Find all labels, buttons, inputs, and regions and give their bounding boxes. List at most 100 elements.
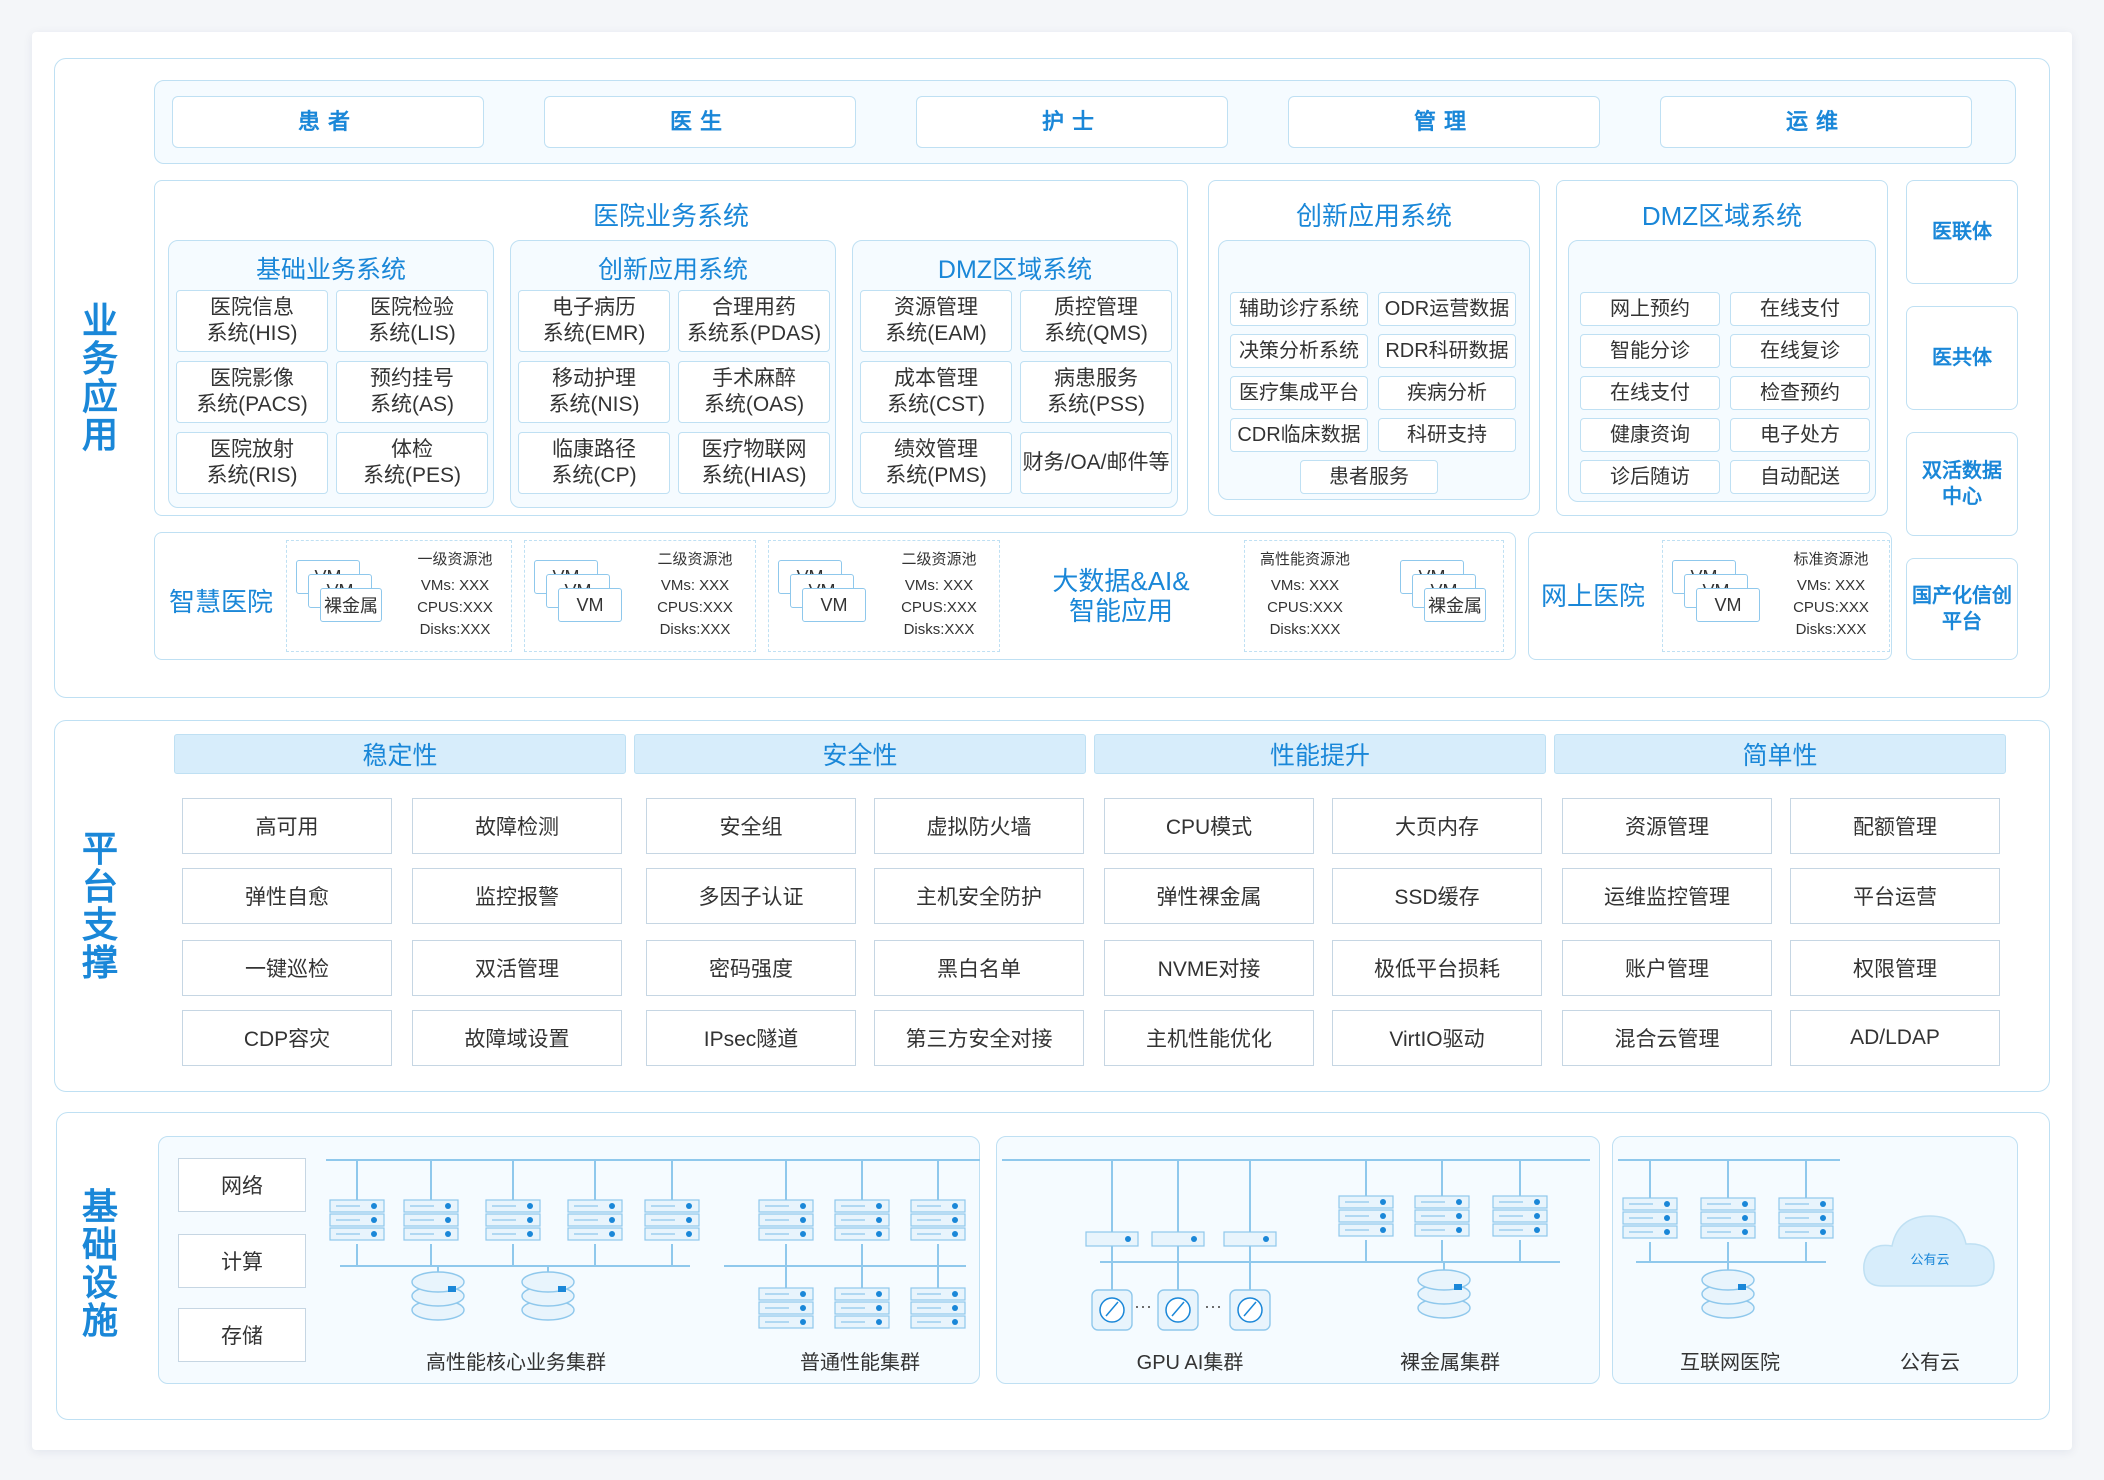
dmz-item[interactable]: 在线支付	[1580, 376, 1720, 410]
hospital-system-item[interactable]: 财务/OA/邮件等	[1020, 432, 1172, 494]
infra-type-box[interactable]: 存储	[178, 1308, 306, 1362]
platform-feature[interactable]: 配额管理	[1790, 798, 2000, 854]
infra-type-box[interactable]: 网络	[178, 1158, 306, 1212]
federation-box[interactable]: 双活数据 中心	[1906, 432, 2018, 536]
innovation-item[interactable]: 医疗集成平台	[1230, 376, 1368, 410]
baremetal-node: 裸金属	[1424, 588, 1486, 622]
server-icon	[1338, 1195, 1394, 1237]
dmz-item[interactable]: 电子处方	[1730, 418, 1870, 452]
platform-feature[interactable]: SSD缓存	[1332, 868, 1542, 924]
platform-feature[interactable]: 密码强度	[646, 940, 856, 996]
infra-type-box[interactable]: 计算	[178, 1234, 306, 1288]
platform-feature[interactable]: 故障域设置	[412, 1010, 622, 1066]
federation-box[interactable]: 医共体	[1906, 306, 2018, 410]
innovation-item[interactable]: 疾病分析	[1378, 376, 1516, 410]
platform-feature[interactable]: AD/LDAP	[1790, 1010, 2000, 1066]
innovation-item[interactable]: 患者服务	[1300, 460, 1438, 494]
platform-feature[interactable]: 安全组	[646, 798, 856, 854]
platform-feature[interactable]: VirtIO驱动	[1332, 1010, 1542, 1066]
innovation-item[interactable]: 决策分析系统	[1230, 334, 1368, 368]
pool-cpus: CPUS:XXX	[901, 599, 977, 616]
platform-feature[interactable]: 主机安全防护	[874, 868, 1084, 924]
platform-feature[interactable]: 弹性自愈	[182, 868, 392, 924]
gpu-led	[1125, 1236, 1131, 1242]
platform-feature[interactable]: 多因子认证	[646, 868, 856, 924]
role-button[interactable]: 护士	[916, 96, 1228, 148]
hospital-system-item[interactable]: 预约挂号 系统(AS)	[336, 361, 488, 423]
platform-feature[interactable]: 大页内存	[1332, 798, 1542, 854]
innovation-item[interactable]: CDR临床数据	[1230, 418, 1368, 452]
innovation-item[interactable]: 辅助诊疗系统	[1230, 292, 1368, 326]
dmz-item[interactable]: 诊后随访	[1580, 460, 1720, 494]
platform-feature[interactable]: 虚拟防火墙	[874, 798, 1084, 854]
hospital-system-item[interactable]: 体检 系统(PES)	[336, 432, 488, 494]
platform-feature[interactable]: 高可用	[182, 798, 392, 854]
platform-feature[interactable]: 混合云管理	[1562, 1010, 1772, 1066]
role-button[interactable]: 医生	[544, 96, 856, 148]
platform-feature[interactable]: CPU模式	[1104, 798, 1314, 854]
pool-disks: Disks:XXX	[659, 621, 731, 638]
dmz-item[interactable]: 健康资询	[1580, 418, 1720, 452]
gpu-dots: ···	[1134, 1296, 1152, 1316]
dmz-item[interactable]: 检查预约	[1730, 376, 1870, 410]
platform-feature[interactable]: 弹性裸金属	[1104, 868, 1314, 924]
dmz-item[interactable]: 在线复诊	[1730, 334, 1870, 368]
federation-box[interactable]: 医联体	[1906, 180, 2018, 284]
hospital-system-item[interactable]: 医疗物联网 系统(HIAS)	[678, 432, 830, 494]
platform-feature[interactable]: 主机性能优化	[1104, 1010, 1314, 1066]
platform-feature[interactable]: 双活管理	[412, 940, 622, 996]
innovation-item[interactable]: 科研支持	[1378, 418, 1516, 452]
hospital-system-item[interactable]: 医院信息 系统(HIS)	[176, 290, 328, 352]
platform-feature[interactable]: IPsec隧道	[646, 1010, 856, 1066]
hospital-system-item[interactable]: 质控管理 系统(QMS)	[1020, 290, 1172, 352]
hospital-system-item[interactable]: 成本管理 系统(CST)	[860, 361, 1012, 423]
platform-feature[interactable]: NVME对接	[1104, 940, 1314, 996]
pool-cpus: CPUS:XXX	[1267, 599, 1343, 616]
platform-feature[interactable]: CDP容灾	[182, 1010, 392, 1066]
pool-vms: VMs: XXX	[660, 577, 730, 594]
pool-vms: VMs: XXX	[904, 577, 974, 594]
platform-feature[interactable]: 平台运营	[1790, 868, 2000, 924]
hospital-system-item[interactable]: 临康路径 系统(CP)	[518, 432, 670, 494]
dmz-item[interactable]: 自动配送	[1730, 460, 1870, 494]
dmz-item[interactable]: 在线支付	[1730, 292, 1870, 326]
hospital-system-item[interactable]: 移动护理 系统(NIS)	[518, 361, 670, 423]
role-button[interactable]: 管理	[1288, 96, 1600, 148]
role-button[interactable]: 运维	[1660, 96, 1972, 148]
platform-feature[interactable]: 账户管理	[1562, 940, 1772, 996]
hospital-system-item[interactable]: 医院影像 系统(PACS)	[176, 361, 328, 423]
hospital-system-item[interactable]: 医院检验 系统(LIS)	[336, 290, 488, 352]
platform-feature[interactable]: 极低平台损耗	[1332, 940, 1542, 996]
dmz-item[interactable]: 网上预约	[1580, 292, 1720, 326]
server-icon	[1414, 1195, 1470, 1237]
pool-cpus: CPUS:XXX	[1793, 599, 1869, 616]
pool-cpus: CPUS:XXX	[417, 599, 493, 616]
platform-feature[interactable]: 第三方安全对接	[874, 1010, 1084, 1066]
innovation-item[interactable]: RDR科研数据	[1378, 334, 1516, 368]
hospital-system-item[interactable]: 病患服务 系统(PSS)	[1020, 361, 1172, 423]
dmz-item[interactable]: 智能分诊	[1580, 334, 1720, 368]
platform-feature[interactable]: 监控报警	[412, 868, 622, 924]
platform-feature[interactable]: 一键巡检	[182, 940, 392, 996]
cluster-label: 普通性能集群	[800, 1352, 920, 1374]
hospital-system-item[interactable]: 绩效管理 系统(PMS)	[860, 432, 1012, 494]
cluster-label: 公有云	[1900, 1352, 1960, 1374]
role-button[interactable]: 患者	[172, 96, 484, 148]
hospital-system-item[interactable]: 资源管理 系统(EAM)	[860, 290, 1012, 352]
platform-feature[interactable]: 黑白名单	[874, 940, 1084, 996]
public-cloud-icon	[1863, 1215, 1995, 1287]
hospital-system-item[interactable]: 电子病历 系统(EMR)	[518, 290, 670, 352]
platform-feature[interactable]: 资源管理	[1562, 798, 1772, 854]
pillar-header: 简单性	[1554, 734, 2006, 774]
platform-feature[interactable]: 运维监控管理	[1562, 868, 1772, 924]
hospital-system-item[interactable]: 合理用药 系统系(PDAS)	[678, 290, 830, 352]
pool-vms: VMs: XXX	[1796, 577, 1866, 594]
federation-box[interactable]: 国产化信创 平台	[1906, 558, 2018, 660]
database-icon	[521, 1271, 575, 1321]
platform-feature[interactable]: 权限管理	[1790, 940, 2000, 996]
hospital-system-item[interactable]: 手术麻醉 系统(OAS)	[678, 361, 830, 423]
innovation-item[interactable]: ODR运营数据	[1378, 292, 1516, 326]
hospital-system-item[interactable]: 医院放射 系统(RIS)	[176, 432, 328, 494]
platform-feature[interactable]: 故障检测	[412, 798, 622, 854]
server-icon	[1778, 1197, 1834, 1239]
